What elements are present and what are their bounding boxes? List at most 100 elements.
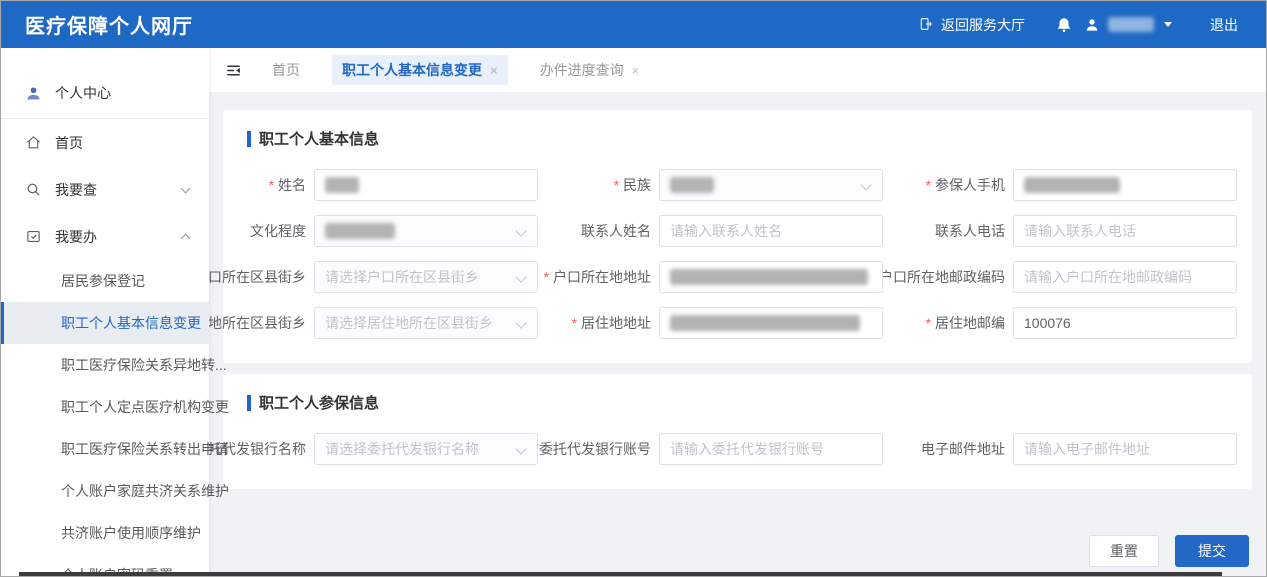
sidebar-item-label: 个人中心 [55, 83, 111, 103]
chevron-down-icon [181, 183, 191, 193]
insured-info-form: 委托代发银行名称请选择委托代发银行名称委托代发银行账号请输入委托代发银行账号电子… [247, 433, 1235, 465]
input-field[interactable]: 100076 [1013, 307, 1237, 339]
user-menu[interactable] [1083, 16, 1172, 34]
input-field[interactable]: 请输入户口所在地邮政编码 [1013, 261, 1237, 293]
sidebar-subitem[interactable]: 居民参保登记 [1, 260, 209, 302]
tab[interactable]: 办件进度查询 × [530, 55, 650, 85]
redacted-value [670, 269, 868, 285]
basic-info-card: 职工个人基本信息 姓名 民族 参保人手机文化程度 联系人姓名请输入联系人姓名 联系人电话… [223, 110, 1252, 363]
sidebar-subitem-label: 职工个人基本信息变更 [61, 313, 201, 333]
field-label: 民族 [614, 175, 651, 195]
sidebar-item-personal-center[interactable]: 个人中心 [1, 68, 209, 118]
select-field[interactable]: 请选择户口所在区县街乡 [314, 261, 538, 293]
field-label: 户口所在地地址 [544, 267, 651, 287]
section-title: 职工个人基本信息 [247, 128, 1235, 149]
sidebar-subitem[interactable]: 职工医疗保险关系异地转... [1, 344, 209, 386]
tab-close-icon[interactable]: × [490, 64, 498, 77]
select-field[interactable] [314, 215, 538, 247]
input-field[interactable]: 请输入电子邮件地址 [1013, 433, 1237, 465]
sidebar-item-query[interactable]: 我要查 [1, 166, 209, 213]
tab-bar: 首页 职工个人基本信息变更 × 办件进度查询 × [209, 48, 1266, 92]
field-label: 委托代发银行账号 [530, 439, 651, 459]
sidebar-subitem[interactable]: 共济账户使用顺序维护 [1, 512, 209, 554]
form-actions: 重置 提交 [223, 535, 1249, 567]
tab-label: 办件进度查询 [540, 60, 624, 80]
field-label: 电子邮件地址 [921, 439, 1005, 459]
tasks-icon [25, 228, 42, 245]
return-doc-icon [918, 16, 935, 33]
field-label: 联系人电话 [935, 221, 1005, 241]
app-window: 医疗保障个人网厅 返回服务大厅 退出 [0, 0, 1267, 577]
sidebar-subitem-label: 职工医疗保险关系异地转... [61, 355, 227, 375]
app-header: 医疗保障个人网厅 返回服务大厅 退出 [1, 1, 1266, 48]
field-placeholder: 请选择户口所在区县街乡 [325, 267, 479, 287]
field-label: 居住地邮编 [926, 313, 1005, 333]
redacted-value [670, 177, 714, 193]
sidebar-menu: 首页我要查我要办居民参保登记职工个人基本信息变更职工医疗保险关系异地转...职工… [1, 119, 209, 577]
input-field[interactable]: 请输入委托代发银行账号 [659, 433, 883, 465]
chevron-up-icon [181, 234, 191, 244]
reset-button[interactable]: 重置 [1089, 535, 1159, 567]
field-label: 居住地地址 [572, 313, 651, 333]
page: 职工个人基本信息 姓名 民族 参保人手机文化程度 联系人姓名请输入联系人姓名 联系人电话… [209, 92, 1266, 567]
return-hall-label: 返回服务大厅 [941, 15, 1025, 35]
sidebar-item-handle[interactable]: 我要办 [1, 213, 209, 260]
search-icon [25, 181, 42, 198]
tab[interactable]: 首页 [262, 55, 310, 85]
field-label: 联系人姓名 [581, 221, 651, 241]
sidebar-item-home[interactable]: 首页 [1, 119, 209, 166]
submit-button[interactable]: 提交 [1175, 535, 1249, 567]
sidebar-subitem-label: 职工个人定点医疗机构变更 [61, 397, 229, 417]
field-placeholder: 请输入委托代发银行账号 [670, 439, 824, 459]
sidebar-item-label: 我要办 [55, 227, 97, 247]
app-title: 医疗保障个人网厅 [25, 10, 193, 39]
tab-label: 首页 [272, 60, 300, 80]
sidebar: 个人中心 首页我要查我要办居民参保登记职工个人基本信息变更职工医疗保险关系异地转… [1, 48, 209, 576]
caret-down-icon [1164, 22, 1172, 27]
redacted-value [1024, 177, 1120, 193]
input-field[interactable] [659, 261, 883, 293]
tab[interactable]: 职工个人基本信息变更 × [332, 55, 508, 85]
window-bottom-border [19, 572, 1222, 576]
sidebar-subitem[interactable]: 职工个人基本信息变更 [1, 302, 209, 344]
input-field[interactable]: 请输入联系人姓名 [659, 215, 883, 247]
input-field[interactable]: 请输入联系人电话 [1013, 215, 1237, 247]
bell-icon [1055, 16, 1073, 34]
user-icon [25, 85, 42, 102]
logout-button[interactable]: 退出 [1210, 15, 1238, 35]
sidebar-subitem[interactable]: 职工个人定点医疗机构变更 [1, 386, 209, 428]
sidebar-item-label: 首页 [55, 133, 83, 153]
insured-info-card: 职工个人参保信息 委托代发银行名称请选择委托代发银行名称委托代发银行账号请输入委… [223, 374, 1252, 489]
field-label: 户口所在区县街乡 [209, 267, 306, 287]
input-field[interactable] [659, 307, 883, 339]
field-label: 文化程度 [250, 221, 306, 241]
field-label: 参保人手机 [926, 175, 1005, 195]
select-field[interactable]: 请选择居住地所在区县街乡 [314, 307, 538, 339]
main-content: 首页 职工个人基本信息变更 × 办件进度查询 × 职工个人基本信息 姓名 民族 参保人手机文… [209, 48, 1266, 576]
notification-button[interactable] [1055, 16, 1073, 34]
input-field[interactable] [314, 169, 538, 201]
return-hall-button[interactable]: 返回服务大厅 [918, 15, 1025, 35]
tab-close-icon[interactable]: × [632, 64, 640, 77]
field-placeholder: 请选择委托代发银行名称 [325, 439, 479, 459]
home-icon [25, 134, 42, 151]
sidebar-subitem-label: 居民参保登记 [61, 271, 145, 291]
sidebar-item-label: 我要查 [55, 180, 97, 200]
field-label: 居住地所在区县街乡 [209, 313, 306, 333]
tabs: 首页 职工个人基本信息变更 × 办件进度查询 × [262, 55, 649, 85]
header-right-group: 返回服务大厅 退出 [918, 15, 1238, 35]
sidebar-subitem-label: 职工医疗保险关系转出申请 [61, 439, 229, 459]
menu-fold-icon[interactable] [225, 62, 242, 79]
select-field[interactable] [659, 169, 883, 201]
tab-label: 职工个人基本信息变更 [342, 60, 482, 80]
input-field[interactable] [1013, 169, 1237, 201]
user-avatar-icon [1083, 16, 1101, 34]
basic-info-form: 姓名民族参保人手机文化程度联系人姓名请输入联系人姓名联系人电话请输入联系人电话户… [247, 169, 1235, 339]
redacted-value [325, 177, 359, 193]
field-label: 姓名 [269, 175, 306, 195]
select-field[interactable]: 请选择委托代发银行名称 [314, 433, 538, 465]
sidebar-subitem[interactable]: 职工医疗保险关系转出申请 [1, 428, 209, 470]
sidebar-subitem[interactable]: 个人账户家庭共济关系维护 [1, 470, 209, 512]
field-label: 户口所在地邮政编码 [879, 267, 1005, 287]
sidebar-subitem-label: 共济账户使用顺序维护 [61, 523, 201, 543]
